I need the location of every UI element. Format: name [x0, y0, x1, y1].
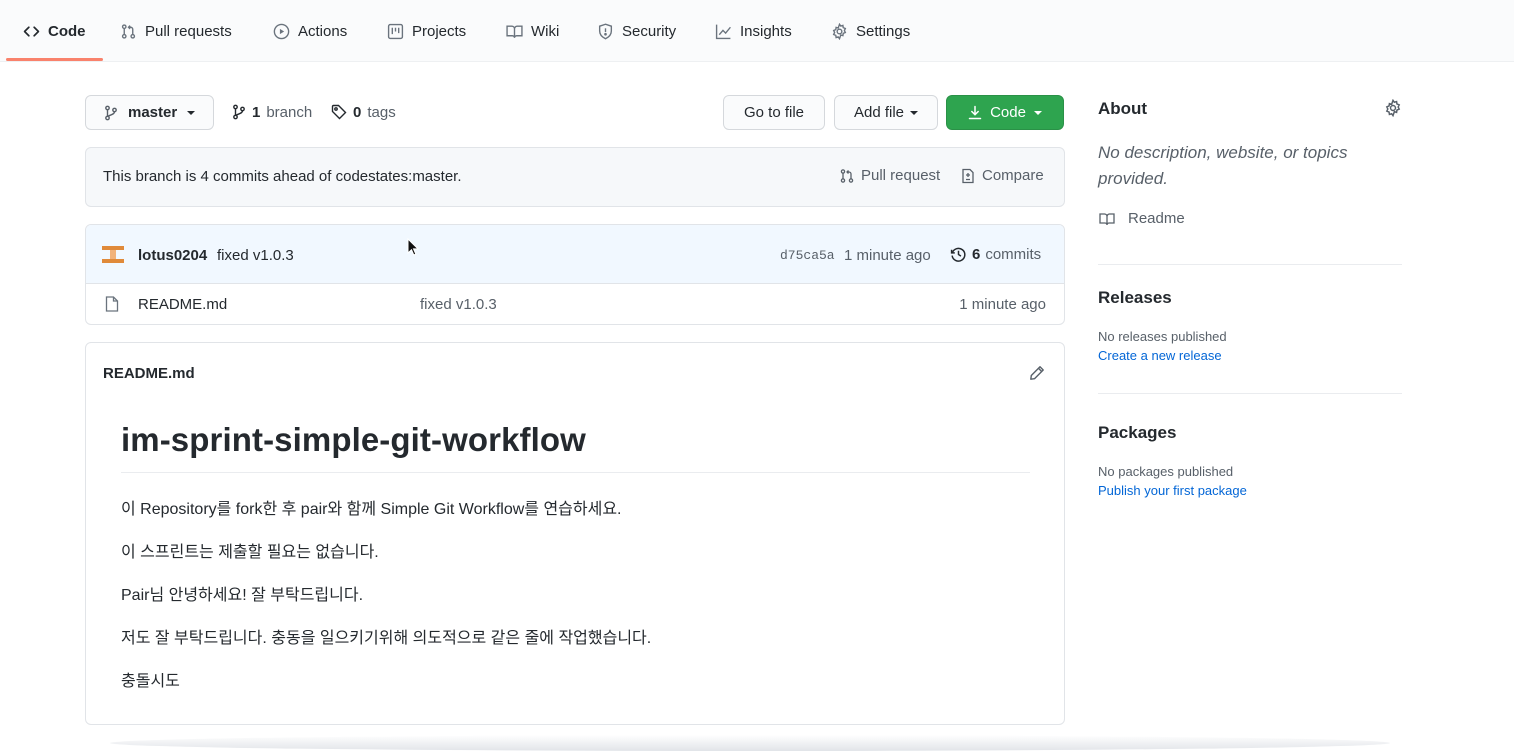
graph-icon [715, 23, 732, 40]
readme-link[interactable]: Readme [1098, 210, 1185, 227]
readme-panel: README.md im-sprint-simple-git-workflow … [85, 342, 1065, 725]
tab-label: Pull requests [145, 22, 232, 40]
readme-link-label: Readme [1128, 210, 1185, 227]
file-commit-message[interactable]: fixed v1.0.3 [420, 296, 497, 313]
branch-name: master [128, 104, 178, 121]
readme-paragraph: Pair님 안녕하세요! 잘 부탁드립니다. [121, 587, 364, 604]
tab-label: Settings [856, 22, 911, 40]
commit-count-label: commits [985, 246, 1042, 263]
commit-count: 6 [972, 246, 981, 263]
divider [1098, 393, 1402, 394]
gear-icon[interactable] [1384, 99, 1402, 117]
shield-icon [597, 23, 614, 40]
commit-sha[interactable]: d75ca5a [780, 248, 835, 263]
git-branch-icon [232, 104, 246, 120]
create-release-link[interactable]: Create a new release [1098, 348, 1222, 363]
tab-label: Insights [740, 22, 792, 40]
window-bottom-shadow [110, 735, 1390, 751]
readme-filename: README.md [103, 365, 195, 382]
readme-paragraph: 충돌시도 [121, 673, 180, 690]
commit-author[interactable]: lotus0204 [138, 247, 207, 264]
file-name[interactable]: README.md [138, 296, 227, 313]
chevron-down-icon [1033, 110, 1042, 115]
history-icon [950, 246, 967, 263]
branch-status-bar: This branch is 4 commits ahead of codest… [85, 147, 1065, 207]
readme-paragraph: 저도 잘 부탁드립니다. 충동을 일으키기위해 의도적으로 같은 줄에 작업했습… [121, 630, 652, 647]
go-to-file-button[interactable]: Go to file [723, 95, 825, 130]
git-pull-request-icon [120, 23, 137, 40]
commit-time: 1 minute ago [844, 247, 931, 264]
tab-pull-requests[interactable]: Pull requests [120, 0, 232, 62]
tab-insights[interactable]: Insights [715, 0, 792, 62]
tab-label: Code [48, 22, 86, 40]
releases-empty-text: No releases published [1098, 329, 1227, 344]
pull-request-link[interactable]: Pull request [839, 167, 940, 184]
tab-actions[interactable]: Actions [273, 0, 347, 62]
tab-security[interactable]: Security [597, 0, 676, 62]
divider [121, 472, 1030, 473]
gear-icon [831, 22, 848, 40]
tab-wiki[interactable]: Wiki [506, 0, 559, 62]
tag-count: 0 [353, 103, 362, 121]
readme-title: im-sprint-simple-git-workflow [121, 421, 586, 458]
about-title: About [1098, 99, 1148, 118]
tab-projects[interactable]: Projects [387, 0, 466, 62]
code-button-label: Code [990, 104, 1026, 121]
list-item: README.md fixed v1.0.3 1 minute ago [86, 284, 1064, 324]
tab-label: Wiki [531, 22, 560, 40]
publish-package-link[interactable]: Publish your first package [1098, 483, 1247, 498]
commits-history-link[interactable]: 6 commits [950, 246, 1041, 263]
active-tab-indicator [6, 58, 103, 61]
code-download-button[interactable]: Code [946, 95, 1064, 130]
git-branch-icon [104, 105, 118, 121]
latest-commit-row: lotus0204 fixed v1.0.3 d75ca5a 1 minute … [86, 225, 1064, 284]
add-file-label: Add file [853, 104, 905, 121]
tab-code[interactable]: Code [23, 0, 86, 62]
file-icon [105, 296, 119, 312]
about-description: No description, website, or topics provi… [1098, 143, 1348, 188]
play-icon [273, 23, 290, 40]
book-icon [1098, 211, 1116, 227]
file-commit-time: 1 minute ago [959, 296, 1046, 313]
branch-count: 1 [252, 103, 261, 121]
tags-link[interactable]: 0 tags [331, 102, 396, 122]
file-list: lotus0204 fixed v1.0.3 d75ca5a 1 minute … [85, 224, 1065, 325]
branch-label: branch [266, 103, 313, 121]
divider [1098, 264, 1402, 265]
pull-request-label: Pull request [861, 167, 941, 184]
packages-empty-text: No packages published [1098, 464, 1234, 479]
chevron-down-icon [910, 110, 919, 115]
branch-select-button[interactable]: master [85, 95, 214, 130]
ahead-text: This branch is 4 commits ahead of codest… [103, 168, 462, 185]
tab-settings[interactable]: Settings [831, 0, 910, 62]
compare-label: Compare [982, 167, 1044, 184]
readme-paragraph: 이 스프린트는 제출할 필요는 없습니다. [121, 544, 379, 561]
avatar[interactable] [101, 244, 125, 265]
mouse-cursor-icon [407, 237, 420, 260]
repo-nav: Code Pull requests Actions Projects Wiki… [0, 0, 1514, 62]
diff-icon [960, 168, 976, 184]
book-icon [506, 23, 523, 40]
tab-label: Actions [298, 22, 348, 40]
tab-label: Projects [412, 22, 467, 40]
pencil-icon[interactable] [1029, 365, 1045, 381]
go-to-file-label: Go to file [743, 104, 805, 121]
add-file-button[interactable]: Add file [834, 95, 938, 130]
compare-link[interactable]: Compare [960, 167, 1044, 184]
tag-label: tags [367, 103, 396, 121]
chevron-down-icon [187, 110, 196, 115]
readme-paragraph: 이 Repository를 fork한 후 pair와 함께 Simple Gi… [121, 501, 622, 518]
project-icon [387, 23, 404, 40]
releases-title[interactable]: Releases [1098, 288, 1172, 308]
tab-label: Security [622, 22, 677, 40]
download-icon [968, 105, 982, 120]
branches-link[interactable]: 1 branch [232, 102, 312, 122]
code-icon [23, 23, 40, 40]
commit-message[interactable]: fixed v1.0.3 [217, 247, 294, 264]
git-pull-request-icon [839, 168, 855, 184]
packages-title[interactable]: Packages [1098, 423, 1176, 443]
tag-icon [331, 104, 347, 120]
